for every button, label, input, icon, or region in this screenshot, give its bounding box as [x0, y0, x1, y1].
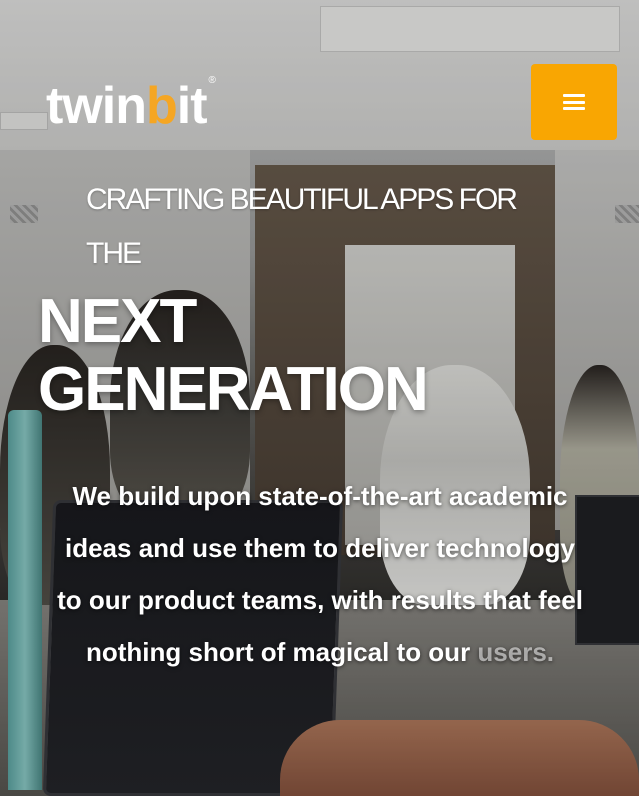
- hero-description-fade: users.: [477, 637, 555, 667]
- menu-toggle-button[interactable]: [531, 64, 617, 140]
- hero-headline: NEXT GENERATION: [38, 288, 598, 424]
- hamburger-icon: [563, 94, 585, 110]
- brand-logo[interactable]: twin b it ®: [46, 75, 216, 135]
- hero-section: twin b it ® CRAFTING BEAUTIFUL APPS FOR THE…: [0, 0, 639, 796]
- logo-text-part3: it: [176, 77, 208, 135]
- hero-headline-line1: NEXT: [38, 287, 197, 356]
- logo-text-accent: b: [145, 77, 178, 135]
- logo-text-part1: twin: [46, 77, 147, 135]
- hero-headline-line2: GENERATION: [38, 355, 429, 424]
- logo-registered-mark: ®: [208, 75, 216, 86]
- hero-tagline: CRAFTING BEAUTIFUL APPS FOR THE: [86, 183, 518, 270]
- hero-description: We build upon state-of-the-art academic …: [50, 470, 590, 678]
